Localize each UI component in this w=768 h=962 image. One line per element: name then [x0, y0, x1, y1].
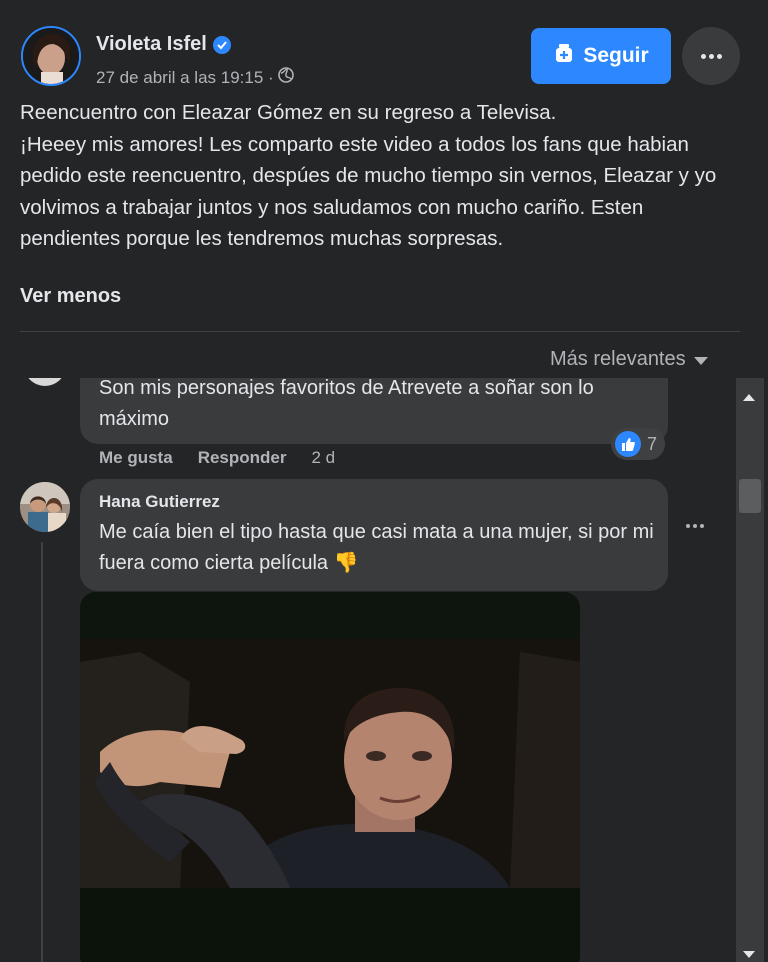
follow-icon [553, 42, 575, 70]
post-timestamp[interactable]: 27 de abril a las 19:15 · [96, 68, 274, 88]
thread-line [41, 542, 43, 962]
scroll-down-arrow-icon[interactable] [743, 951, 755, 958]
follow-button[interactable]: Seguir [531, 28, 671, 84]
reply-button[interactable]: Responder [198, 448, 287, 468]
comment-text: Son mis personajes favoritos de Atrevete… [99, 378, 594, 430]
author-name-row: Violeta Isfel [96, 33, 231, 56]
comment-text: Me caía bien el tipo hasta que casi mata… [99, 521, 654, 574]
comment-gif-attachment[interactable] [80, 592, 580, 962]
follow-label: Seguir [583, 44, 649, 67]
commenter-name[interactable]: Hana Gutierrez [99, 492, 220, 512]
reaction-count: 7 [647, 433, 658, 454]
see-less-link[interactable]: Ver menos [20, 285, 121, 308]
comment-actions: Me gusta Responder 2 d [99, 448, 335, 468]
like-reaction-icon [615, 431, 641, 457]
post-meta: 27 de abril a las 19:15 · [96, 67, 294, 88]
more-dots-icon [686, 524, 704, 528]
scrollbar[interactable] [736, 378, 764, 962]
commenter-avatar[interactable] [20, 482, 70, 532]
post-more-options-button[interactable] [682, 27, 740, 85]
comments-list[interactable]: Son mis personajes favoritos de Atrevete… [0, 378, 736, 962]
author-avatar[interactable] [21, 26, 81, 86]
verified-badge-icon [212, 35, 231, 54]
reaction-summary[interactable]: 7 [611, 428, 666, 460]
comment-more-options-button[interactable] [686, 524, 704, 528]
chevron-down-icon [693, 357, 708, 365]
post-body: Reencuentro con Eleazar Gómez en su regr… [20, 101, 717, 250]
scroll-up-arrow-icon[interactable] [743, 394, 755, 401]
commenter-avatar[interactable] [24, 378, 66, 386]
comment-sort-dropdown[interactable]: Más relevantes [550, 348, 708, 371]
author-name[interactable]: Violeta Isfel [96, 33, 207, 56]
comment-time[interactable]: 2 d [311, 448, 335, 468]
sort-label: Más relevantes [550, 348, 686, 370]
more-dots-icon [700, 53, 722, 59]
divider [20, 331, 740, 332]
like-button[interactable]: Me gusta [99, 448, 173, 468]
globe-icon [277, 67, 294, 88]
scrollbar-thumb[interactable] [739, 479, 761, 513]
